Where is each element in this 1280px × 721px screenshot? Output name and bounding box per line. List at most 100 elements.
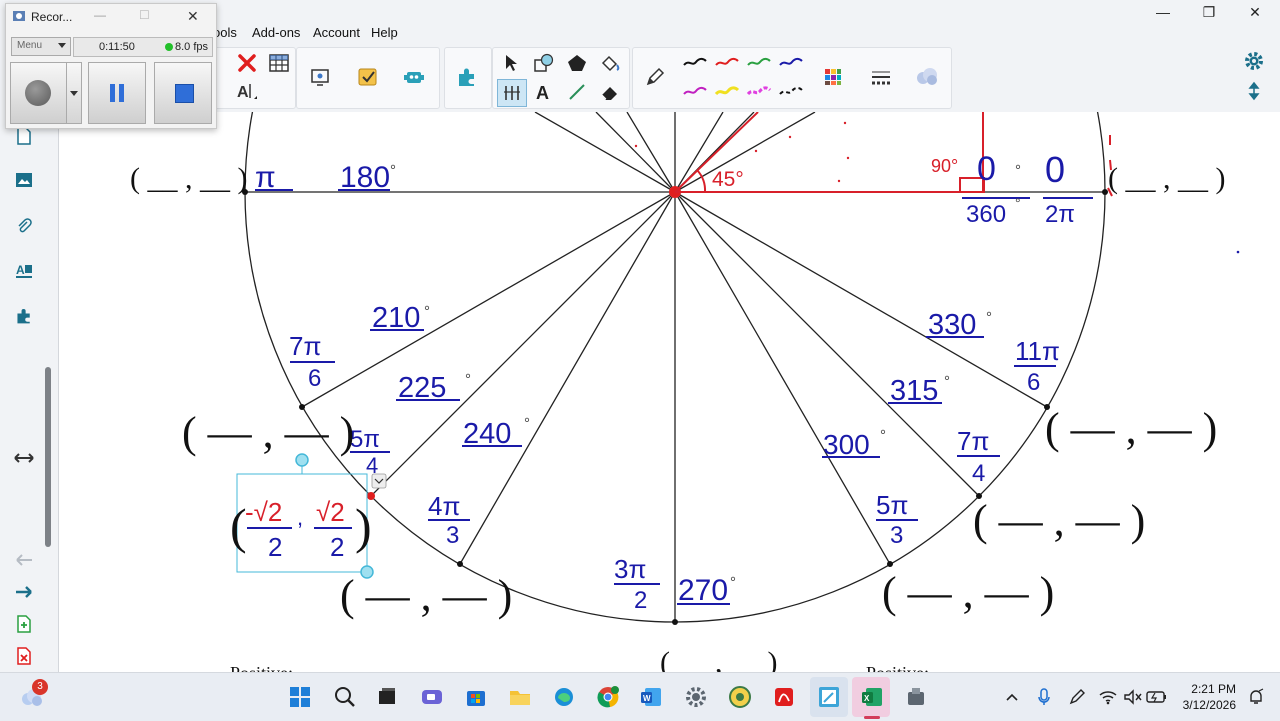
puzzle-icon[interactable]: [453, 64, 481, 90]
pause-button[interactable]: [88, 62, 146, 124]
pen-black-icon[interactable]: [681, 50, 709, 76]
window-restore-button[interactable]: ❐: [1186, 2, 1232, 22]
pause-icon: [109, 83, 125, 108]
toolbar-group-tools: [296, 47, 440, 109]
recorder-minimize-button[interactable]: —: [94, 8, 106, 22]
label-7pi-6-den: 6: [308, 365, 321, 392]
record-options-dropdown[interactable]: [66, 62, 82, 124]
whiteboard-page[interactable]: 45° 90° π 180 ° 0 ° 0 360 ° 2π 210 ° 7π …: [59, 112, 1280, 672]
label-45-deg: 45°: [712, 168, 744, 191]
delete-page-icon[interactable]: [10, 642, 38, 670]
settings-gear-icon[interactable]: [1240, 48, 1268, 74]
robot-icon[interactable]: [400, 64, 428, 90]
answer-close-paren: ): [355, 498, 372, 554]
pen-green-icon[interactable]: [745, 50, 773, 76]
add-page-icon[interactable]: [10, 610, 38, 638]
degree-mark-240: °: [524, 415, 530, 432]
recorder-menu-dropdown[interactable]: Menu: [11, 37, 71, 56]
pen-menu-icon[interactable]: [1063, 683, 1091, 711]
excel-app-icon[interactable]: X: [858, 683, 886, 711]
pdf-reader-icon[interactable]: [770, 683, 798, 711]
toolbar-group-drawing-tools: A: [492, 47, 630, 109]
weather-widget[interactable]: 3: [18, 679, 48, 711]
recorder-close-button[interactable]: ✕: [187, 8, 199, 25]
snipping-tool-icon[interactable]: [902, 683, 930, 711]
record-button[interactable]: [10, 62, 72, 124]
eraser-icon[interactable]: [596, 79, 624, 105]
recorder-status-bar: 0:11:50 8.0 fps: [73, 37, 213, 57]
selected-coordinate-answer[interactable]: ( ) -√2 2 , √2 2: [230, 453, 387, 579]
chrome-browser-icon[interactable]: [594, 683, 622, 711]
excel-running-indicator: [864, 716, 880, 719]
recorder-titlebar[interactable]: Recor... — ☐ ✕: [6, 4, 216, 30]
sidebar-resize-handle[interactable]: [45, 367, 51, 547]
task-view-icon[interactable]: [373, 683, 401, 711]
menu-addons[interactable]: Add-ons: [252, 25, 300, 40]
label-270-deg: 270: [678, 574, 728, 607]
search-icon[interactable]: [331, 683, 359, 711]
degree-mark-315: °: [944, 373, 950, 390]
edge-browser-icon[interactable]: [550, 683, 578, 711]
properties-icon[interactable]: A: [10, 256, 38, 284]
back-arrow-icon[interactable]: [10, 546, 38, 574]
battery-icon[interactable]: [1143, 683, 1171, 711]
blue-speck: [1236, 250, 1240, 254]
resize-arrows-icon[interactable]: [10, 444, 38, 472]
addons-puzzle-icon[interactable]: [10, 302, 38, 330]
screen-capture-icon[interactable]: [307, 64, 335, 90]
pen-icon[interactable]: [641, 64, 669, 90]
measure-tool-icon[interactable]: [497, 79, 527, 107]
fill-shape-icon[interactable]: [563, 50, 591, 76]
fill-bucket-icon[interactable]: [596, 50, 624, 76]
microphone-icon[interactable]: [1030, 683, 1058, 711]
window-close-button[interactable]: ✕: [1232, 2, 1278, 22]
pen-blue-icon[interactable]: [777, 50, 805, 76]
screen-recorder-window[interactable]: Recor... — ☐ ✕ Menu 0:11:50 8.0 fps: [5, 3, 217, 129]
forward-arrow-icon[interactable]: [10, 578, 38, 606]
toolbar-group-pens: [632, 47, 952, 109]
file-explorer-icon[interactable]: [506, 683, 534, 711]
wifi-icon[interactable]: [1094, 683, 1122, 711]
settings-app-icon[interactable]: [682, 683, 710, 711]
pen-dashed-black-icon[interactable]: [777, 79, 805, 105]
notifications-icon[interactable]: [1242, 683, 1270, 711]
pair-300: ( — , — ): [882, 568, 1054, 617]
teams-meet-icon[interactable]: [418, 683, 446, 711]
label-300-deg: 300: [823, 429, 870, 460]
menu-help[interactable]: Help: [371, 25, 398, 40]
pair-210: ( — , — ): [182, 408, 354, 457]
line-tool-icon[interactable]: [563, 79, 591, 105]
delete-icon[interactable]: [233, 50, 261, 76]
check-task-icon[interactable]: [354, 64, 382, 90]
positive-label-right: Positive:: [866, 663, 929, 672]
cloud-icon[interactable]: [913, 64, 941, 90]
table-icon[interactable]: [265, 50, 293, 76]
microsoft-store-icon[interactable]: [462, 683, 490, 711]
text-tool-icon[interactable]: A: [530, 79, 558, 105]
select-arrow-icon[interactable]: [497, 50, 525, 76]
pen-magenta-icon[interactable]: [681, 79, 709, 105]
pen-red-icon[interactable]: [713, 50, 741, 76]
photo-app-icon[interactable]: [726, 683, 754, 711]
pair-315: ( — , — ): [973, 496, 1145, 545]
whiteboard-app-icon[interactable]: [815, 683, 843, 711]
gallery-icon[interactable]: [10, 166, 38, 194]
expand-toolbar-icon[interactable]: [1240, 78, 1268, 104]
menu-account[interactable]: Account: [313, 25, 360, 40]
system-clock[interactable]: 2:21 PM 3/12/2026: [1176, 681, 1236, 713]
text-format-icon[interactable]: A: [233, 78, 261, 104]
highlighter-yellow-icon[interactable]: [713, 79, 741, 105]
weather-badge: 3: [32, 679, 48, 695]
show-hidden-icons-chevron-icon[interactable]: [998, 683, 1026, 711]
recorder-maximize-button[interactable]: ☐: [139, 8, 150, 22]
shapes-icon[interactable]: [530, 50, 558, 76]
label-5pi-4-num: 5π: [350, 426, 380, 453]
start-button[interactable]: [286, 683, 314, 711]
word-app-icon[interactable]: W: [637, 683, 665, 711]
window-minimize-button[interactable]: —: [1140, 2, 1186, 22]
stop-button[interactable]: [154, 62, 212, 124]
line-style-icon[interactable]: [867, 64, 895, 90]
color-palette-icon[interactable]: [819, 64, 847, 90]
highlighter-pink-icon[interactable]: [745, 79, 773, 105]
attachment-icon[interactable]: [10, 212, 38, 240]
